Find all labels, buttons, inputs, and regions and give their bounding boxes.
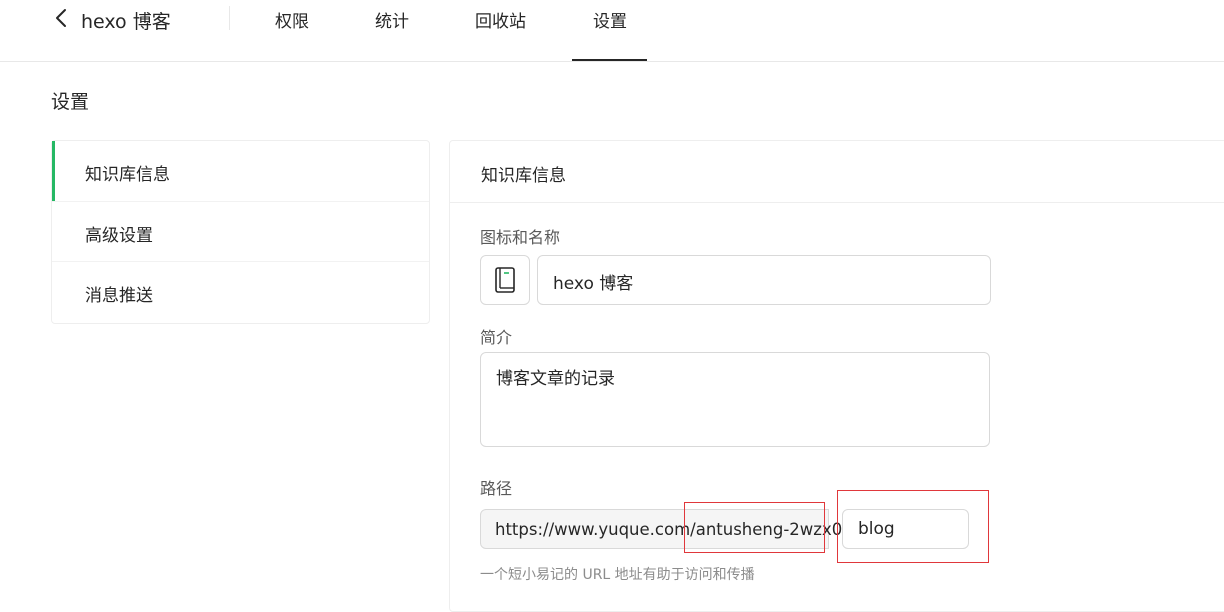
tab-statistics[interactable]: 统计 [375, 7, 409, 32]
top-header: hexo 博客 权限 统计 回收站 设置 [0, 0, 1224, 62]
tab-recycle-bin[interactable]: 回收站 [475, 7, 526, 32]
book-title[interactable]: hexo 博客 [81, 7, 171, 34]
book-name-input[interactable]: hexo 博客 [537, 255, 991, 305]
settings-sidebar: 知识库信息 高级设置 消息推送 [51, 140, 430, 324]
book-icon-picker[interactable] [480, 255, 530, 305]
book-name-value: hexo 博客 [553, 274, 634, 294]
tab-settings[interactable]: 设置 [593, 7, 627, 32]
back-arrow-icon[interactable] [52, 6, 72, 30]
book-icon [495, 267, 515, 293]
sidebar-item-advanced-settings[interactable]: 高级设置 [52, 201, 429, 262]
sidebar-item-book-info[interactable]: 知识库信息 [52, 141, 429, 201]
card-title: 知识库信息 [481, 166, 566, 186]
url-prefix-addon: https://www.yuque.com/antusheng-2wzx0/ [480, 509, 848, 549]
path-slug-input[interactable]: blog [842, 509, 969, 549]
header-divider [229, 6, 230, 30]
active-item-indicator [52, 141, 55, 201]
sidebar-item-message-push[interactable]: 消息推送 [52, 261, 429, 322]
page-title: 设置 [51, 91, 90, 113]
sidebar-item-label: 知识库信息 [85, 165, 170, 185]
active-tab-indicator [572, 59, 647, 61]
path-hint-text: 一个短小易记的 URL 地址有助于访问和传播 [480, 567, 755, 583]
url-prefix-text: https://www.yuque.com/antusheng-2wzx0/ [495, 520, 848, 539]
card-header: 知识库信息 [450, 141, 1224, 203]
tab-permissions[interactable]: 权限 [275, 7, 309, 32]
description-textarea[interactable]: 博客文章的记录 [480, 352, 990, 447]
sidebar-item-label: 高级设置 [85, 226, 153, 246]
path-slug-value: blog [858, 519, 895, 539]
description-value: 博客文章的记录 [496, 369, 615, 389]
path-field-label: 路径 [480, 479, 513, 498]
name-field-label: 图标和名称 [480, 228, 561, 247]
description-field-label: 简介 [480, 328, 513, 347]
sidebar-item-label: 消息推送 [85, 286, 153, 306]
